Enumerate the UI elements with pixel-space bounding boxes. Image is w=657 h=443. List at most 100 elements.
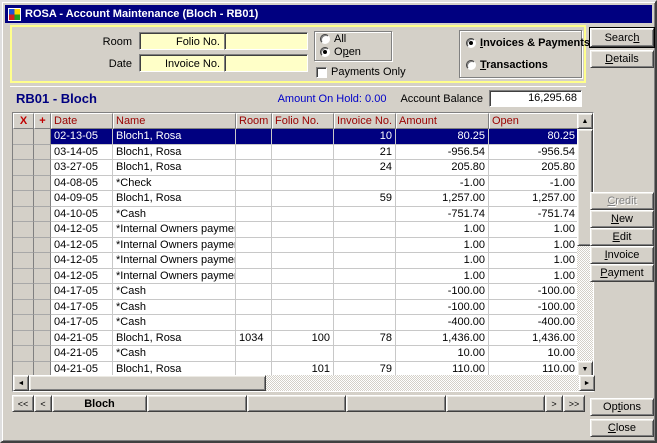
- column-header-plus[interactable]: +: [34, 113, 51, 129]
- scroll-left-button[interactable]: ◄: [13, 375, 29, 391]
- cell-invoice: 10: [334, 129, 396, 145]
- table-row[interactable]: 04-17-05*Cash-100.00-100.00: [13, 300, 593, 316]
- cell-room: [236, 191, 272, 207]
- table-row[interactable]: 04-12-05*Internal Owners payment code1.0…: [13, 269, 593, 285]
- cell-name: *Cash: [113, 207, 236, 223]
- options-button[interactable]: Options: [590, 398, 654, 416]
- payment-button[interactable]: Payment: [590, 264, 654, 282]
- cell-name: *Check: [113, 176, 236, 192]
- cell-date: 04-12-05: [51, 253, 113, 269]
- details-button[interactable]: Details: [590, 50, 654, 68]
- cell-open: 1.00: [489, 222, 579, 238]
- table-row[interactable]: 03-27-05Bloch1, Rosa24205.80205.80: [13, 160, 593, 176]
- tab-empty: [147, 395, 247, 412]
- cell-date: 04-12-05: [51, 238, 113, 254]
- new-button[interactable]: New: [590, 210, 654, 228]
- cell-room: [236, 207, 272, 223]
- table-row[interactable]: 02-13-05Bloch1, Rosa1080.2580.25: [13, 129, 593, 145]
- cell-date: 04-17-05: [51, 315, 113, 331]
- table-row[interactable]: 04-09-05Bloch1, Rosa591,257.001,257.00: [13, 191, 593, 207]
- tab-first-button[interactable]: <<: [12, 395, 34, 412]
- invoice-button[interactable]: Invoice: [590, 246, 654, 264]
- cell-plus: [34, 300, 51, 316]
- cell-open: -751.74: [489, 207, 579, 223]
- column-header-name[interactable]: Name: [113, 113, 236, 129]
- cell-amount: 1.00: [396, 222, 489, 238]
- title-bar[interactable]: ROSA - Account Maintenance (Bloch - RB01…: [5, 5, 652, 23]
- cell-room: [236, 284, 272, 300]
- new-button-label: New: [611, 213, 633, 225]
- scroll-up-button[interactable]: ▲: [577, 113, 593, 129]
- column-header-invoice[interactable]: Invoice No.: [334, 113, 396, 129]
- horizontal-scroll-thumb[interactable]: [29, 375, 266, 391]
- radio-transactions[interactable]: Transactions: [466, 59, 548, 71]
- tab-next-button[interactable]: >: [545, 395, 563, 412]
- tab-bloch[interactable]: Bloch: [52, 395, 147, 412]
- grid-header-row: X+DateNameRoomFolio No.Invoice No.Amount…: [13, 113, 593, 129]
- credit-button: Credit: [590, 192, 654, 210]
- cell-folio: [272, 315, 334, 331]
- invoice-no-input[interactable]: [224, 54, 308, 72]
- cell-amount: 1.00: [396, 238, 489, 254]
- cell-plus: [34, 160, 51, 176]
- cell-invoice: 59: [334, 191, 396, 207]
- edit-button[interactable]: Edit: [590, 228, 654, 246]
- radio-invoices-payments[interactable]: Invoices & Payments: [466, 37, 590, 49]
- cell-room: [236, 222, 272, 238]
- search-button-label: Search: [605, 32, 640, 44]
- cell-date: 04-10-05: [51, 207, 113, 223]
- cell-x: [13, 191, 34, 207]
- cell-plus: [34, 315, 51, 331]
- cell-x: [13, 160, 34, 176]
- cell-folio: [272, 300, 334, 316]
- cell-room: [236, 300, 272, 316]
- grid-body: 02-13-05Bloch1, Rosa1080.2580.2503-14-05…: [13, 129, 593, 377]
- credit-button-label: Credit: [607, 195, 636, 207]
- scroll-right-button[interactable]: ►: [579, 375, 595, 391]
- close-button[interactable]: Close: [590, 419, 654, 437]
- column-header-room[interactable]: Room: [236, 113, 272, 129]
- cell-x: [13, 269, 34, 285]
- cell-x: [13, 331, 34, 347]
- amount-on-hold: Amount On Hold: 0.00: [278, 93, 387, 105]
- table-row[interactable]: 04-12-05*Internal Owners payment code1.0…: [13, 222, 593, 238]
- cell-date: 04-12-05: [51, 222, 113, 238]
- table-row[interactable]: 04-17-05*Cash-400.00-400.00: [13, 315, 593, 331]
- horizontal-scrollbar: ◄ ►: [13, 375, 595, 391]
- table-row[interactable]: 03-14-05Bloch1, Rosa21-956.54-956.54: [13, 145, 593, 161]
- tab-prev-button[interactable]: <: [34, 395, 52, 412]
- radio-icon: [466, 38, 476, 48]
- table-row[interactable]: 04-21-05*Cash10.0010.00: [13, 346, 593, 362]
- payments-only-checkbox[interactable]: Payments Only: [316, 66, 406, 78]
- options-button-label: Options: [603, 401, 641, 413]
- table-row[interactable]: 04-21-05Bloch1, Rosa1034100781,436.001,4…: [13, 331, 593, 347]
- cell-date: 04-08-05: [51, 176, 113, 192]
- column-header-amount[interactable]: Amount: [396, 113, 489, 129]
- cell-open: 1,436.00: [489, 331, 579, 347]
- table-row[interactable]: 04-10-05*Cash-751.74-751.74: [13, 207, 593, 223]
- table-row[interactable]: 04-12-05*Internal Owners payment code1.0…: [13, 238, 593, 254]
- table-row[interactable]: 04-17-05*Cash-100.00-100.00: [13, 284, 593, 300]
- cell-folio: [272, 238, 334, 254]
- radio-open[interactable]: Open: [320, 46, 361, 58]
- table-row[interactable]: 04-12-05*Internal Owners payment code1.0…: [13, 253, 593, 269]
- search-button[interactable]: Search: [590, 28, 654, 47]
- table-row[interactable]: 04-08-05*Check-1.00-1.00: [13, 176, 593, 192]
- cell-name: Bloch1, Rosa: [113, 145, 236, 161]
- column-header-date[interactable]: Date: [51, 113, 113, 129]
- folio-input[interactable]: [224, 32, 308, 50]
- scroll-left-icon: ◄: [18, 380, 25, 387]
- column-header-open[interactable]: Open: [489, 113, 579, 129]
- tab-empty: [446, 395, 546, 412]
- cell-invoice: [334, 176, 396, 192]
- radio-all[interactable]: All: [320, 33, 346, 45]
- cell-name: Bloch1, Rosa: [113, 331, 236, 347]
- app-icon: [8, 8, 21, 21]
- cell-amount: -956.54: [396, 145, 489, 161]
- cell-date: 04-17-05: [51, 300, 113, 316]
- column-header-x[interactable]: X: [13, 113, 34, 129]
- column-header-folio[interactable]: Folio No.: [272, 113, 334, 129]
- radio-open-label: Open: [334, 46, 361, 58]
- cell-invoice: [334, 284, 396, 300]
- tab-last-button[interactable]: >>: [563, 395, 585, 412]
